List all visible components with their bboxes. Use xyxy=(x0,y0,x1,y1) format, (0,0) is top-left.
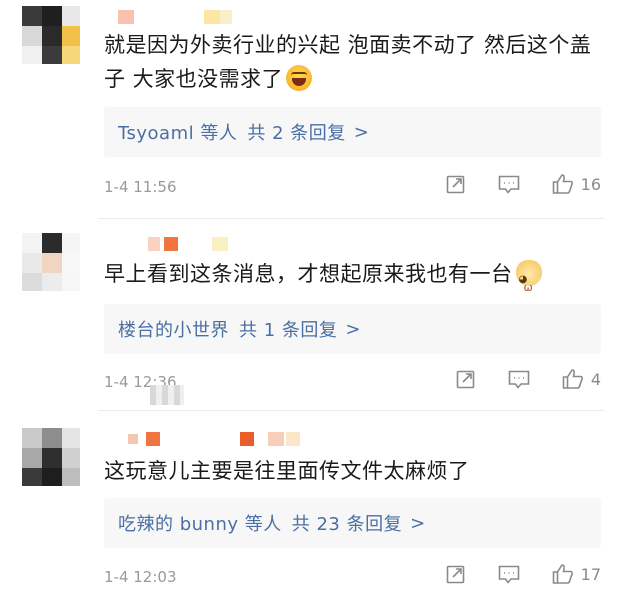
repost-icon xyxy=(446,175,464,194)
comment-actions: 16 xyxy=(415,172,601,196)
comment-icon xyxy=(508,370,530,389)
thumbs-up-icon xyxy=(562,369,583,389)
avatar[interactable] xyxy=(22,428,80,486)
like-count: 16 xyxy=(580,174,601,194)
cat-emoji xyxy=(515,260,542,331)
divider xyxy=(98,218,605,219)
comment-time: 1-4 12:03 xyxy=(104,568,177,586)
blur-block xyxy=(150,385,184,405)
thumbs-up-icon xyxy=(552,174,573,194)
comment-text: 就是因为外卖行业的兴起 泡面卖不动了 然后这个盖子 大家也没需求了 xyxy=(104,33,592,91)
reply-users[interactable]: 吃辣的 bunny 等人 xyxy=(118,510,282,536)
comment-time: 1-4 11:56 xyxy=(104,178,177,196)
comment-actions: 17 xyxy=(415,562,601,586)
reply-summary[interactable]: 楼台的小世界 共 1 条回复 > xyxy=(104,304,601,354)
comment-item: 早上看到这条消息，才想起原来我也有一台 楼台的小世界 共 1 条回复 > 1-4… xyxy=(0,225,641,415)
repost-button[interactable] xyxy=(455,368,477,390)
avatar[interactable] xyxy=(22,6,80,64)
chevron-right-icon: > xyxy=(410,512,426,534)
reply-users[interactable]: 楼台的小世界 xyxy=(118,316,229,342)
comment-text: 早上看到这条消息，才想起原来我也有一台 xyxy=(104,257,601,331)
avatar[interactable] xyxy=(22,233,80,291)
comment-actions: 4 xyxy=(425,367,601,391)
like-count: 4 xyxy=(590,369,601,389)
comment-button[interactable] xyxy=(497,173,521,195)
comment-icon xyxy=(498,175,519,194)
repost-button[interactable] xyxy=(445,173,467,195)
reply-summary[interactable]: Tsyoaml 等人 共 2 条回复 > xyxy=(104,107,601,157)
comment-icon xyxy=(498,565,519,584)
repost-button[interactable] xyxy=(445,563,467,585)
comment-item: 这玩意儿主要是往里面传文件太麻烦了 吃辣的 bunny 等人 共 23 条回复 … xyxy=(0,418,641,594)
like-button[interactable]: 16 xyxy=(551,172,601,196)
username[interactable] xyxy=(108,233,308,257)
reply-summary[interactable]: 吃辣的 bunny 等人 共 23 条回复 > xyxy=(104,498,601,548)
reply-count[interactable]: 共 1 条回复 xyxy=(239,316,337,342)
chevron-right-icon: > xyxy=(345,318,361,340)
repost-icon xyxy=(446,565,464,584)
comment-button[interactable] xyxy=(497,563,521,585)
comment-text: 这玩意儿主要是往里面传文件太麻烦了 xyxy=(104,459,470,483)
divider xyxy=(98,410,605,411)
like-count: 17 xyxy=(580,564,601,584)
reply-users[interactable]: Tsyoaml 等人 xyxy=(118,119,237,145)
reply-count[interactable]: 共 2 条回复 xyxy=(247,119,345,145)
chevron-right-icon: > xyxy=(353,121,370,143)
reply-count[interactable]: 共 23 条回复 xyxy=(292,510,402,536)
username[interactable] xyxy=(108,6,308,30)
comment-item: 就是因为外卖行业的兴起 泡面卖不动了 然后这个盖子 大家也没需求了 Tsyoam… xyxy=(0,0,641,210)
thumbs-up-icon xyxy=(552,564,573,584)
comment-button[interactable] xyxy=(507,368,531,390)
like-button[interactable]: 17 xyxy=(551,562,601,586)
laugh-emoji xyxy=(286,65,313,91)
like-button[interactable]: 4 xyxy=(561,367,601,391)
username[interactable] xyxy=(108,428,328,452)
repost-icon xyxy=(456,370,475,389)
